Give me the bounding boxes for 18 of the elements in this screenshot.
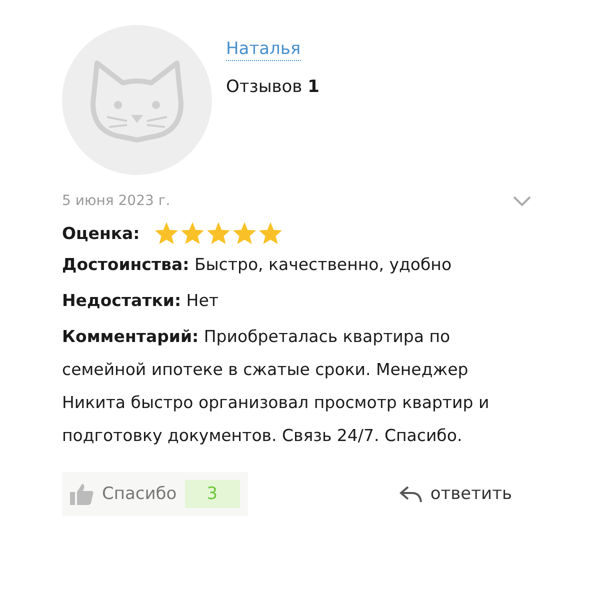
review-count: Отзывов 1 — [226, 77, 320, 97]
star-icon — [258, 221, 283, 245]
star-icon — [206, 221, 231, 245]
reply-icon — [398, 484, 424, 504]
review-text: Достоинства: Быстро, качественно, удобно — [62, 254, 453, 276]
thanks-button[interactable]: Спасибо 3 — [62, 472, 248, 516]
review-text: Комментарий: Приобреталась квартира по семейной ипотеке в сжатые сроки. Менеджер Никита быстро организовал просмотр квартир и подготовку документов. Связь 24/7. Спасибо. — [62, 326, 490, 447]
rating-label: Оценка: — [62, 224, 140, 242]
star-icon — [154, 221, 179, 245]
chevron-down-icon[interactable] — [512, 195, 532, 207]
star-icon — [180, 221, 205, 245]
reply-link[interactable]: ответить — [398, 484, 512, 504]
thumbs-up-icon — [70, 483, 94, 505]
author-name-link[interactable]: Наталья — [226, 38, 301, 61]
thanks-count: 3 — [184, 480, 240, 508]
star-icon — [232, 221, 257, 245]
review-date: 5 июня 2023 г. — [62, 193, 170, 209]
review-text: Недостатки: Нет — [62, 290, 220, 312]
